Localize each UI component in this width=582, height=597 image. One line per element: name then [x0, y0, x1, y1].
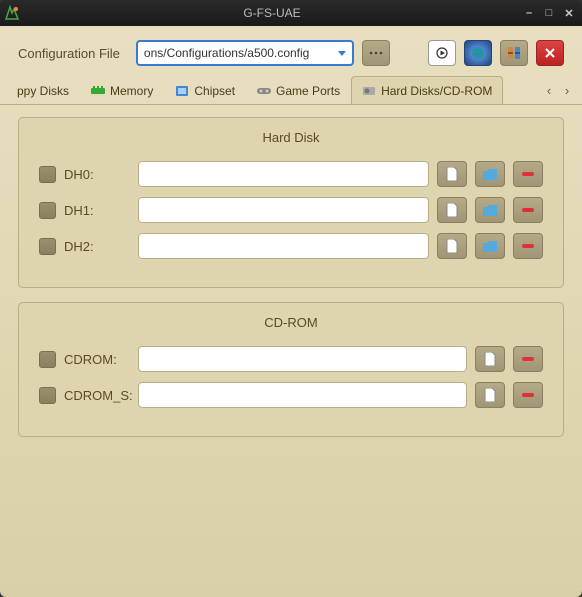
cdrom-panel: CD-ROM CDROM: CDROM_S:	[18, 302, 564, 437]
tab-scroll-right[interactable]: ›	[558, 83, 576, 98]
tab-label: ppy Disks	[17, 84, 69, 98]
document-icon	[484, 388, 496, 402]
dh1-label: DH1:	[64, 203, 130, 218]
tab-scroll-left[interactable]: ‹	[540, 83, 558, 98]
tab-floppy-disks[interactable]: ppy Disks	[6, 76, 80, 104]
cdrom-path-input[interactable]	[138, 346, 467, 372]
dh0-label: DH0:	[64, 167, 130, 182]
drive-row-dh1: DH1:	[39, 197, 543, 223]
tab-bar: ppy Disks Memory Chipset Game Ports Hard…	[0, 76, 582, 105]
dh2-browse-button[interactable]	[475, 233, 505, 259]
dh2-new-button[interactable]	[437, 233, 467, 259]
dh2-label: DH2:	[64, 239, 130, 254]
x-icon	[544, 47, 556, 59]
drive-row-cdrom: CDROM:	[39, 346, 543, 372]
cdrom-s-new-button[interactable]	[475, 382, 505, 408]
maximize-button[interactable]: □	[540, 5, 558, 21]
document-icon	[446, 203, 458, 217]
config-file-value: ons/Configurations/a500.config	[144, 46, 309, 60]
tab-label: Chipset	[194, 84, 235, 98]
settings-button[interactable]	[500, 40, 528, 66]
globe-icon	[471, 46, 485, 60]
globe-button[interactable]	[464, 40, 492, 66]
dh1-path-input[interactable]	[138, 197, 429, 223]
cdrom-label: CDROM:	[64, 352, 130, 367]
ellipsis-icon	[369, 50, 383, 56]
play-icon	[436, 47, 448, 59]
tab-memory[interactable]: Memory	[80, 76, 164, 104]
play-button[interactable]	[428, 40, 456, 66]
drive-row-dh2: DH2:	[39, 233, 543, 259]
titlebar: G-FS-UAE – □ ✕	[0, 0, 582, 26]
document-icon	[484, 352, 496, 366]
window-title: G-FS-UAE	[26, 6, 518, 20]
chipset-icon	[175, 85, 189, 97]
tools-icon	[507, 46, 521, 60]
dh0-new-button[interactable]	[437, 161, 467, 187]
dh2-enable-checkbox[interactable]	[39, 238, 56, 255]
harddisk-icon	[362, 85, 376, 97]
cdrom-s-path-input[interactable]	[138, 382, 467, 408]
dh1-browse-button[interactable]	[475, 197, 505, 223]
browse-button[interactable]	[362, 40, 390, 66]
app-icon	[4, 5, 20, 21]
document-icon	[446, 167, 458, 181]
cdrom-s-eject-button[interactable]	[513, 382, 543, 408]
minus-icon	[522, 244, 534, 248]
dh2-eject-button[interactable]	[513, 233, 543, 259]
dh0-browse-button[interactable]	[475, 161, 505, 187]
close-button[interactable]: ✕	[560, 5, 578, 21]
dh0-eject-button[interactable]	[513, 161, 543, 187]
document-icon	[446, 239, 458, 253]
minimize-button[interactable]: –	[520, 5, 538, 21]
hard-disk-panel: Hard Disk DH0: DH1:	[18, 117, 564, 288]
cdrom-enable-checkbox[interactable]	[39, 351, 56, 368]
tab-game-ports[interactable]: Game Ports	[246, 76, 351, 104]
minus-icon	[522, 172, 534, 176]
tab-label: Game Ports	[276, 84, 340, 98]
tab-label: Hard Disks/CD-ROM	[381, 84, 492, 98]
tab-hard-disks[interactable]: Hard Disks/CD-ROM	[351, 76, 503, 104]
minus-icon	[522, 357, 534, 361]
drive-row-cdrom-s: CDROM_S:	[39, 382, 543, 408]
folder-icon	[483, 241, 497, 252]
gamepad-icon	[257, 85, 271, 97]
minus-icon	[522, 208, 534, 212]
panel-title: Hard Disk	[39, 130, 543, 145]
dh0-path-input[interactable]	[138, 161, 429, 187]
memory-icon	[91, 85, 105, 97]
dh1-enable-checkbox[interactable]	[39, 202, 56, 219]
folder-icon	[483, 169, 497, 180]
dh0-enable-checkbox[interactable]	[39, 166, 56, 183]
close-config-button[interactable]	[536, 40, 564, 66]
tab-chipset[interactable]: Chipset	[164, 76, 246, 104]
folder-icon	[483, 205, 497, 216]
dh2-path-input[interactable]	[138, 233, 429, 259]
tab-label: Memory	[110, 84, 153, 98]
dh1-new-button[interactable]	[437, 197, 467, 223]
cdrom-s-label: CDROM_S:	[64, 388, 130, 403]
cdrom-s-enable-checkbox[interactable]	[39, 387, 56, 404]
drive-row-dh0: DH0:	[39, 161, 543, 187]
config-file-dropdown[interactable]: ons/Configurations/a500.config	[136, 40, 354, 66]
dh1-eject-button[interactable]	[513, 197, 543, 223]
cdrom-new-button[interactable]	[475, 346, 505, 372]
config-file-label: Configuration File	[18, 46, 120, 61]
minus-icon	[522, 393, 534, 397]
cdrom-eject-button[interactable]	[513, 346, 543, 372]
panel-title: CD-ROM	[39, 315, 543, 330]
